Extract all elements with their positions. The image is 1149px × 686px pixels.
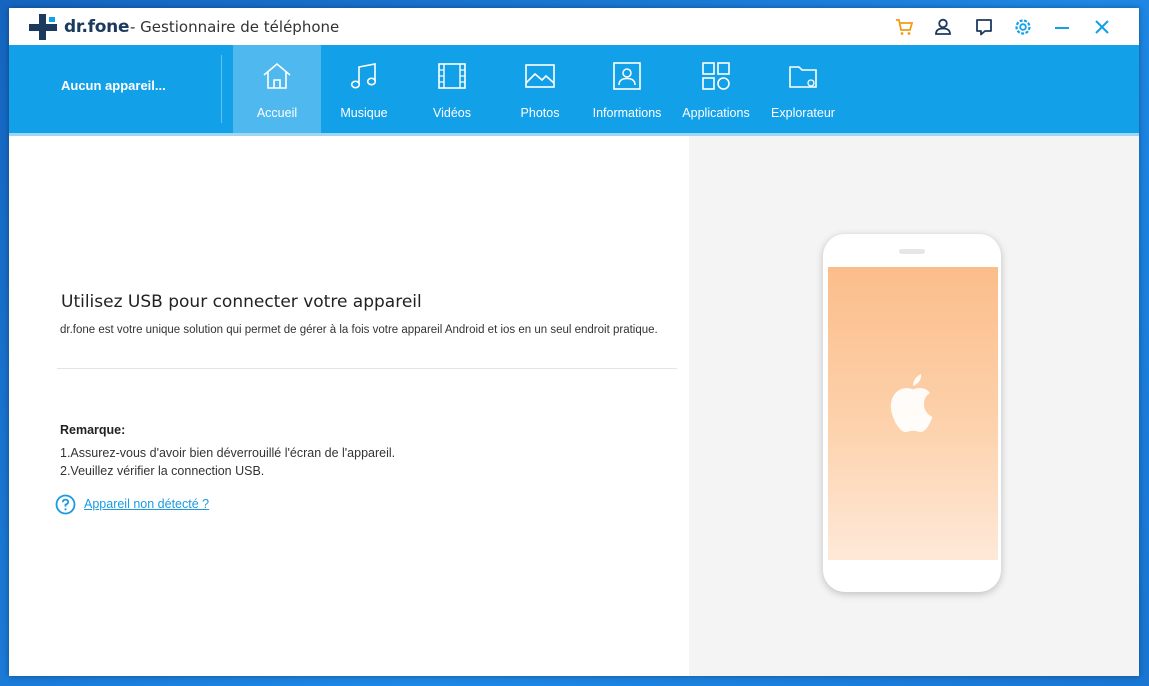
video-icon xyxy=(438,63,466,89)
window-title: - Gestionnaire de téléphone xyxy=(130,18,340,36)
close-icon[interactable] xyxy=(1092,17,1112,37)
settings-icon[interactable] xyxy=(1013,17,1033,37)
cart-icon[interactable] xyxy=(894,17,914,37)
main-toolbar: Aucun appareil... Accueil Musique Vidéos… xyxy=(9,45,1139,133)
app-window: dr.fone - Gestionnaire de téléphone Aucu… xyxy=(9,8,1139,676)
phone-screen xyxy=(828,267,998,560)
apps-icon xyxy=(702,62,730,90)
toolbar-divider xyxy=(221,55,222,123)
remark-title: Remarque: xyxy=(60,423,126,437)
tab-home[interactable]: Accueil xyxy=(233,45,321,133)
tab-explorer[interactable]: Explorateur xyxy=(759,45,847,133)
description-text: dr.fone est votre unique solution qui pe… xyxy=(60,324,658,336)
tab-music[interactable]: Musique xyxy=(320,45,408,133)
music-icon xyxy=(350,63,377,89)
contact-icon xyxy=(613,62,641,90)
brand-name: dr.fone xyxy=(64,17,130,37)
note-item: 1.Assurez-vous d'avoir bien déverrouillé… xyxy=(60,446,396,460)
phone-illustration xyxy=(823,234,1001,592)
drfone-logo-icon xyxy=(29,14,57,40)
illustration-panel xyxy=(689,136,1139,676)
instructions-panel: Utilisez USB pour connecter votre appare… xyxy=(9,136,689,676)
user-icon[interactable] xyxy=(933,17,953,37)
apple-logo-icon xyxy=(890,374,933,433)
device-not-detected-link[interactable]: Appareil non détecté ? xyxy=(84,497,209,511)
title-bar: dr.fone - Gestionnaire de téléphone xyxy=(9,8,1139,45)
tab-label: Explorateur xyxy=(771,106,835,120)
tab-photos[interactable]: Photos xyxy=(496,45,584,133)
home-icon xyxy=(263,62,291,89)
phone-speaker xyxy=(899,249,925,254)
minimize-icon[interactable] xyxy=(1052,17,1072,37)
page-title: Utilisez USB pour connecter votre appare… xyxy=(61,292,422,312)
note-item: 2.Veuillez vérifier la connection USB. xyxy=(60,464,265,478)
help-icon[interactable] xyxy=(55,494,76,515)
photo-icon xyxy=(525,64,555,88)
feedback-icon[interactable] xyxy=(974,17,994,37)
tab-videos[interactable]: Vidéos xyxy=(408,45,496,133)
tab-applications[interactable]: Applications xyxy=(672,45,760,133)
tab-informations[interactable]: Informations xyxy=(583,45,671,133)
folder-icon xyxy=(789,66,817,88)
device-selector[interactable]: Aucun appareil... xyxy=(61,78,166,93)
divider xyxy=(57,368,677,369)
